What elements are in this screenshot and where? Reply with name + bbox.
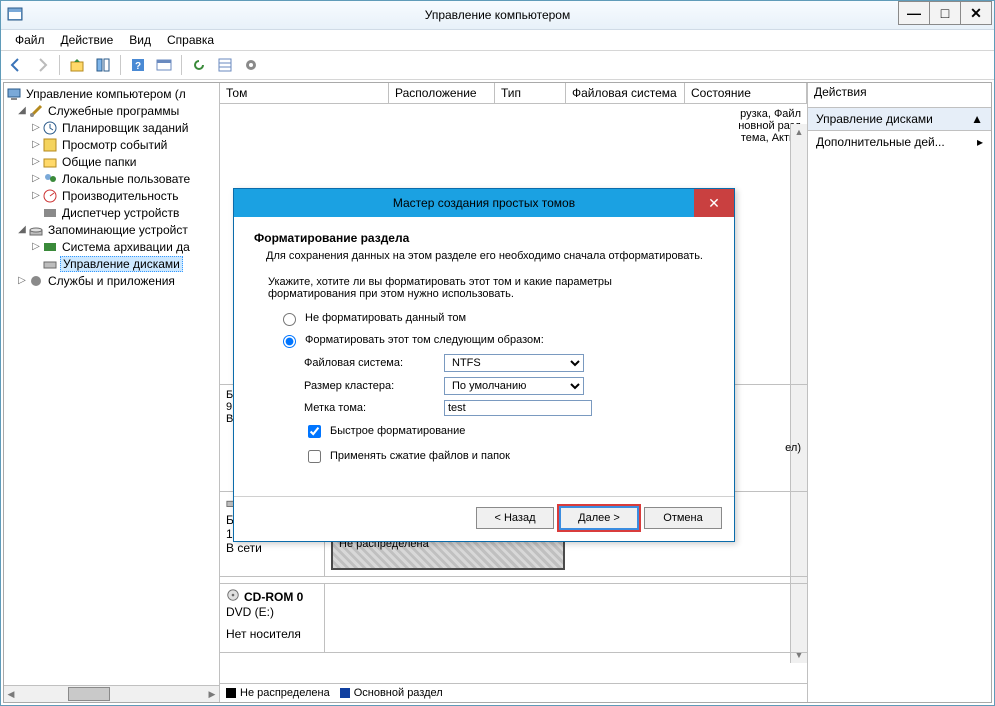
performance-icon [42,188,58,204]
tree-disk-management[interactable]: Управление дисками [60,256,183,272]
radio-no-format[interactable] [283,313,296,326]
menu-view[interactable]: Вид [121,33,159,47]
svg-text:?: ? [135,61,141,72]
up-icon[interactable] [66,54,88,76]
legend: Не распределена Основной раздел [220,683,807,702]
tree-backup[interactable]: Система архивации да [60,240,192,254]
label-volume: Метка тома: [304,402,444,414]
tree-task-scheduler[interactable]: Планировщик заданий [60,121,190,135]
maximize-button[interactable]: □ [929,1,961,25]
checkbox-quick-format[interactable] [308,425,321,438]
col-volume[interactable]: Том [220,83,389,103]
legend-swatch-unalloc [226,688,236,698]
back-button[interactable]: < Назад [476,507,554,529]
col-fs[interactable]: Файловая система [566,83,685,103]
storage-icon [28,222,44,238]
toolbar: ? [1,51,994,80]
window-title: Управление компьютером [425,8,570,22]
event-icon [42,137,58,153]
actions-pane: Действия Управление дисками▲ Дополнитель… [808,83,991,702]
folder-icon [42,154,58,170]
select-cluster[interactable]: По умолчанию [444,377,584,395]
tree-device-manager[interactable]: Диспетчер устройств [60,206,181,220]
select-fs[interactable]: NTFS [444,354,584,372]
menu-action[interactable]: Действие [53,33,122,47]
device-icon [42,205,58,221]
menu-file[interactable]: Файл [7,33,53,47]
cdrom-icon [226,588,240,605]
cancel-button[interactable]: Отмена [644,507,722,529]
settings-icon[interactable] [240,54,262,76]
window-titlebar: Управление компьютером — □ ✕ [1,1,994,30]
expander-icon[interactable]: ▷ [30,173,42,184]
expander-icon[interactable]: ◢ [16,224,28,235]
forward-icon[interactable] [31,54,53,76]
expander-icon[interactable]: ▷ [30,190,42,201]
radio-no-format-label[interactable]: Не форматировать данный том [305,312,466,324]
next-button[interactable]: Далее > [560,507,638,529]
col-state[interactable]: Состояние [685,83,807,103]
actions-more-link[interactable]: Дополнительные дей...▸ [808,131,991,153]
tree-hscrollbar[interactable]: ◀▶ [4,685,219,702]
view-icon[interactable] [153,54,175,76]
refresh-icon[interactable] [188,54,210,76]
tree-root[interactable]: Управление компьютером (л [24,87,188,101]
collapse-icon: ▲ [971,112,983,126]
radio-format-label[interactable]: Форматировать этот том следующим образом… [305,334,544,346]
minimize-button[interactable]: — [898,1,930,25]
expander-icon[interactable]: ▷ [30,241,42,252]
menu-help[interactable]: Справка [159,33,222,47]
radio-format[interactable] [283,335,296,348]
tree-performance[interactable]: Производительность [60,189,180,203]
dialog-subtitle: Для сохранения данных на этом разделе ег… [266,249,714,264]
tree-local-users[interactable]: Локальные пользовате [60,172,192,186]
dialog-titlebar[interactable]: Мастер создания простых томов ✕ [234,189,734,217]
backup-icon [42,239,58,255]
expander-icon[interactable]: ▷ [30,122,42,133]
help-icon[interactable]: ? [127,54,149,76]
checkbox-compress-label[interactable]: Применять сжатие файлов и папок [330,450,510,462]
cdrom-info[interactable]: CD-ROM 0 DVD (E:) Нет носителя [220,584,325,652]
tree-storage[interactable]: Запоминающие устройст [46,223,190,237]
back-icon[interactable] [5,54,27,76]
checkbox-compress[interactable] [308,450,321,463]
close-button[interactable]: ✕ [960,1,992,25]
chevron-right-icon: ▸ [977,135,983,149]
disk-icon [42,256,58,272]
tree-services[interactable]: Службы и приложения [46,274,177,288]
checkbox-quick-format-label[interactable]: Быстрое форматирование [330,425,465,437]
col-type[interactable]: Тип [495,83,566,103]
expander-icon[interactable]: ▷ [16,275,28,286]
dialog-instruction: Укажите, хотите ли вы форматировать этот… [268,276,700,300]
input-volume-label[interactable] [444,400,592,416]
expander-icon[interactable]: ▷ [30,139,42,150]
legend-swatch-primary [340,688,350,698]
tree-event-viewer[interactable]: Просмотр событий [60,138,169,152]
dialog-title: Мастер создания простых томов [393,196,575,210]
expander-icon[interactable]: ◢ [16,105,28,116]
services-icon [28,273,44,289]
system-menu-icon[interactable] [7,6,23,22]
col-layout[interactable]: Расположение [389,83,495,103]
navigation-tree: Управление компьютером (л ◢ Служебные про… [4,83,220,702]
tools-icon [28,103,44,119]
dialog-heading: Форматирование раздела [254,231,714,245]
dialog-close-button[interactable]: ✕ [694,189,734,217]
users-icon [42,171,58,187]
wizard-dialog: Мастер создания простых томов ✕ Форматир… [233,188,735,542]
computer-icon [6,86,22,102]
tree-shared-folders[interactable]: Общие папки [60,155,138,169]
expander-icon[interactable]: ▷ [30,156,42,167]
menu-bar: Файл Действие Вид Справка [1,30,994,51]
volume-list-header: Том Расположение Тип Файловая система Со… [220,83,807,104]
properties-icon[interactable] [92,54,114,76]
label-fs: Файловая система: [304,357,444,369]
list-icon[interactable] [214,54,236,76]
clock-icon [42,120,58,136]
tree-system-tools[interactable]: Служебные программы [46,104,181,118]
label-cluster: Размер кластера: [304,380,444,392]
actions-header: Действия [808,83,991,108]
actions-section-diskmgmt[interactable]: Управление дисками▲ [808,108,991,131]
